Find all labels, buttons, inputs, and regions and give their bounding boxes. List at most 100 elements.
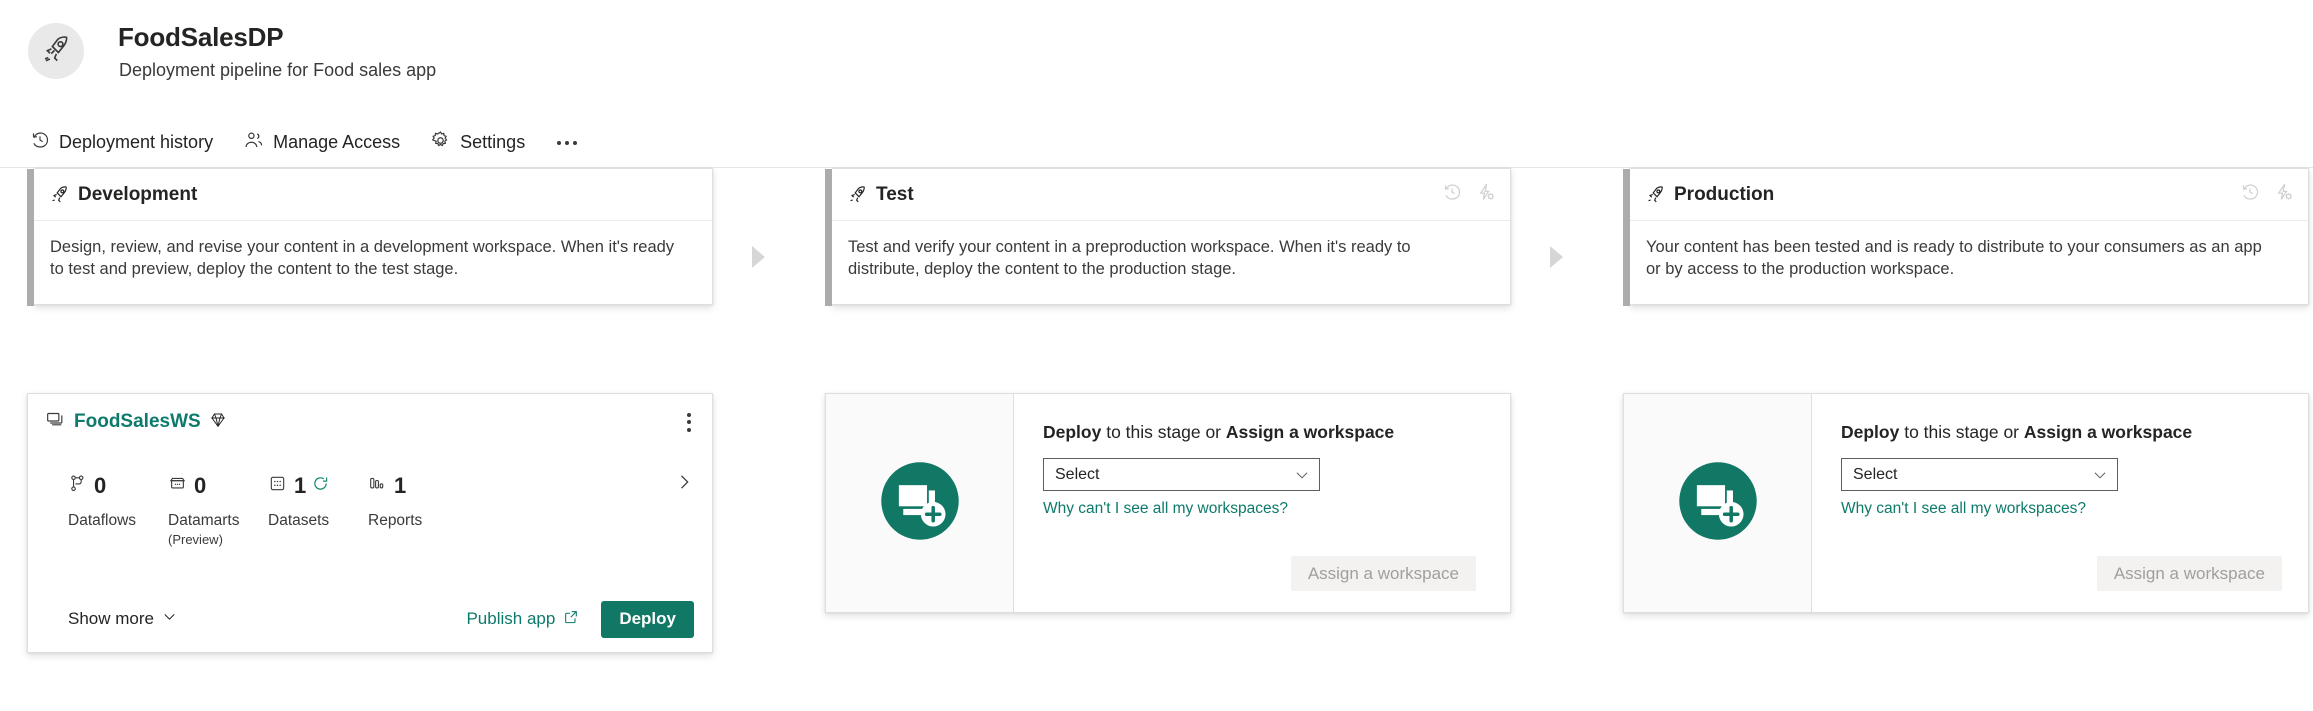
illustration-pane bbox=[1624, 394, 1812, 612]
ellipsis-icon[interactable] bbox=[557, 140, 578, 145]
workspace-select-value: Select bbox=[1853, 465, 1898, 483]
settings-button[interactable]: Settings bbox=[430, 130, 525, 156]
heading-assign-emphasis: Assign a workspace bbox=[2023, 422, 2193, 442]
publish-app-label: Publish app bbox=[466, 609, 556, 628]
metric-label: Datasets bbox=[268, 512, 330, 529]
rocket-icon bbox=[848, 185, 867, 204]
metric-reports[interactable]: 1 Reports bbox=[368, 472, 468, 530]
workspace-name[interactable]: FoodSalesWS bbox=[74, 411, 201, 433]
people-icon bbox=[243, 130, 264, 156]
workspace-card-footer: Show more Publish app Deploy bbox=[28, 586, 712, 652]
stage-header-test: Test Test and verify your content in a p… bbox=[825, 168, 1511, 306]
assign-workspace-button[interactable]: Assign a workspace bbox=[1290, 556, 1476, 591]
empty-stage-production: Deploy to this stage or Assign a workspa… bbox=[1623, 393, 2309, 613]
empty-stage-test: Deploy to this stage or Assign a workspa… bbox=[825, 393, 1511, 613]
manage-access-label: Manage Access bbox=[273, 132, 401, 152]
chevron-right-icon[interactable] bbox=[674, 472, 694, 497]
metric-datamarts[interactable]: 0 Datamarts (Preview) bbox=[168, 472, 268, 548]
premium-diamond-icon bbox=[209, 411, 227, 434]
stage-header-actions bbox=[1442, 182, 1496, 207]
stage-column-test: Test Test and verify your content in a p… bbox=[825, 168, 1511, 306]
history-clock-icon bbox=[30, 130, 50, 155]
illustration-pane bbox=[826, 394, 1014, 612]
metric-label: Reports bbox=[368, 512, 423, 529]
stage-header-production: Production Your content has been tested … bbox=[1623, 168, 2309, 306]
workspaces-help-link[interactable]: Why can't I see all my workspaces? bbox=[1043, 500, 1288, 518]
manage-access-button[interactable]: Manage Access bbox=[243, 130, 400, 156]
deployment-history-label: Deployment history bbox=[59, 132, 214, 152]
show-more-label: Show more bbox=[68, 609, 154, 628]
stage-name-development: Development bbox=[78, 183, 198, 205]
stage-title-row: Production bbox=[1630, 169, 2308, 221]
pipeline-avatar bbox=[28, 23, 84, 79]
metric-datasets[interactable]: 1 Datasets bbox=[268, 472, 368, 530]
app-header: FoodSalesDP Deployment pipeline for Food… bbox=[0, 0, 2313, 168]
empty-stage-body: Deploy to this stage or Assign a workspa… bbox=[1812, 394, 2308, 612]
metric-count: 1 bbox=[394, 473, 407, 498]
triangle-right-icon bbox=[752, 246, 765, 268]
deployment-history-button[interactable]: Deployment history bbox=[30, 130, 213, 155]
heading-assign-emphasis: Assign a workspace bbox=[1225, 422, 1395, 442]
stage-accent-bar bbox=[825, 169, 832, 306]
workspaces-help-link[interactable]: Why can't I see all my workspaces? bbox=[1841, 500, 2086, 518]
dataflow-icon bbox=[68, 474, 87, 498]
empty-stage-heading: Deploy to this stage or Assign a workspa… bbox=[1043, 422, 1476, 443]
history-clock-icon[interactable] bbox=[1442, 182, 1462, 207]
triangle-right-icon bbox=[1550, 246, 1563, 268]
rocket-icon bbox=[41, 34, 71, 69]
metric-preview-tag: (Preview) bbox=[168, 532, 223, 547]
heading-deploy-emphasis: Deploy bbox=[1841, 422, 1900, 442]
deploy-button[interactable]: Deploy bbox=[601, 600, 694, 638]
metric-count: 0 bbox=[94, 473, 107, 498]
stage-description-test: Test and verify your content in a prepro… bbox=[848, 238, 1411, 278]
pipeline-board: Development Design, review, and revise y… bbox=[0, 168, 2313, 711]
workspace-select[interactable]: Select bbox=[1043, 458, 1320, 491]
stage-name-production: Production bbox=[1674, 183, 1775, 205]
metric-label: Datamarts bbox=[168, 512, 240, 529]
heading-middle-text: to this stage or bbox=[1101, 422, 1226, 442]
chevron-down-icon bbox=[1294, 467, 1310, 483]
add-workspace-illustration bbox=[1674, 457, 1762, 550]
history-clock-icon[interactable] bbox=[2240, 182, 2260, 207]
page-subtitle: Deployment pipeline for Food sales app bbox=[119, 60, 437, 80]
metric-label: Dataflows bbox=[68, 512, 137, 529]
dataset-icon bbox=[268, 474, 287, 498]
assign-workspace-button[interactable]: Assign a workspace bbox=[2096, 556, 2282, 591]
stage-title-row: Test bbox=[832, 169, 1510, 221]
report-icon bbox=[368, 474, 387, 498]
empty-stage-heading: Deploy to this stage or Assign a workspa… bbox=[1841, 422, 2274, 443]
refresh-icon[interactable] bbox=[312, 475, 329, 497]
chevron-down-icon bbox=[162, 609, 177, 629]
more-vertical-icon[interactable] bbox=[682, 407, 696, 438]
command-bar: Deployment history Manage Access Setting… bbox=[0, 118, 2313, 168]
workspace-stack-icon bbox=[45, 410, 65, 435]
heading-deploy-emphasis: Deploy bbox=[1043, 422, 1102, 442]
deployment-rules-icon[interactable] bbox=[2274, 182, 2294, 207]
workspace-select[interactable]: Select bbox=[1841, 458, 2118, 491]
page-title: FoodSalesDP bbox=[118, 22, 284, 52]
workspace-metrics-row: 0 Dataflows 0 Datamarts (Preview) 1 Data… bbox=[28, 450, 712, 547]
settings-label: Settings bbox=[460, 132, 526, 152]
gear-icon bbox=[430, 130, 451, 156]
stage-description-development: Design, review, and revise your content … bbox=[50, 238, 675, 278]
metric-count: 0 bbox=[194, 473, 207, 498]
publish-app-link[interactable]: Publish app bbox=[466, 609, 579, 630]
metric-count: 1 bbox=[294, 473, 307, 498]
workspace-select-value: Select bbox=[1055, 465, 1100, 483]
rocket-icon bbox=[50, 185, 69, 204]
metric-dataflows[interactable]: 0 Dataflows bbox=[68, 472, 168, 530]
datamart-icon bbox=[168, 474, 187, 498]
external-link-icon bbox=[563, 609, 579, 630]
show-more-toggle[interactable]: Show more bbox=[68, 609, 177, 629]
empty-stage-body: Deploy to this stage or Assign a workspa… bbox=[1014, 394, 1510, 612]
stage-description-production: Your content has been tested and is read… bbox=[1646, 238, 2262, 278]
stage-column-development: Development Design, review, and revise y… bbox=[27, 168, 713, 306]
stage-title-row: Development bbox=[34, 169, 712, 221]
deployment-rules-icon[interactable] bbox=[1476, 182, 1496, 207]
stage-header-development: Development Design, review, and revise y… bbox=[27, 168, 713, 306]
workspace-card-header: FoodSalesWS bbox=[28, 394, 712, 450]
stage-column-production: Production Your content has been tested … bbox=[1623, 168, 2309, 306]
stage-header-actions bbox=[2240, 182, 2294, 207]
rocket-icon bbox=[1646, 185, 1665, 204]
add-workspace-illustration bbox=[876, 457, 964, 550]
